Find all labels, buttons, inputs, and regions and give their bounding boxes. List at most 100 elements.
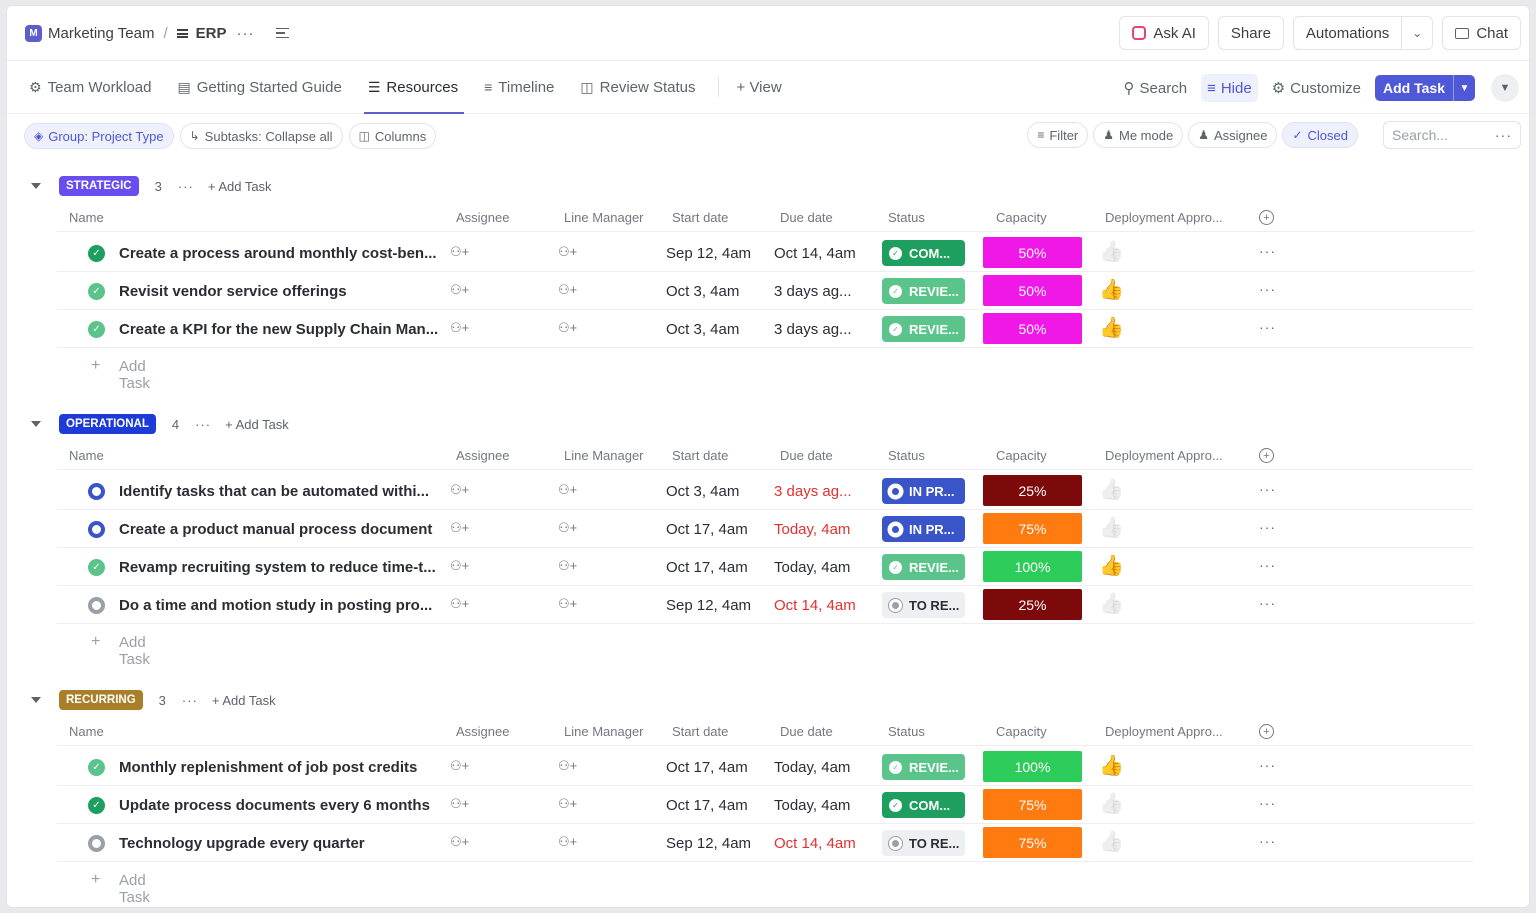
tab-review-status[interactable]: ◫ Review Status [580, 61, 695, 113]
start-date[interactable]: Sep 12, 4am [666, 835, 751, 852]
thumbs-up-icon[interactable]: 👍 [1099, 831, 1124, 853]
more-options-icon[interactable]: ··· [1495, 127, 1512, 143]
table-row[interactable]: ✓ Create a process around monthly cost-be… [57, 234, 1473, 272]
share-button[interactable]: Share [1217, 16, 1284, 50]
status-badge[interactable]: ✓ REVIE... [882, 554, 965, 580]
add-assignee-icon[interactable]: ⚇+ [450, 244, 469, 260]
add-task-label[interactable]: Add Task [1375, 80, 1453, 96]
group-add-task-button[interactable]: + Add Task [212, 693, 276, 708]
status-badge[interactable]: TO RE... [882, 592, 965, 618]
column-deployment[interactable]: Deployment Appro... [1105, 724, 1223, 739]
assignee-chip[interactable]: ♟ Assignee [1188, 122, 1278, 148]
table-row[interactable]: Identify tasks that can be automated wit… [57, 472, 1473, 510]
status-completed-icon[interactable]: ✓ [88, 797, 105, 814]
chevron-down-icon[interactable]: ⌄ [1402, 26, 1432, 40]
more-options-icon[interactable]: ··· [182, 693, 198, 708]
add-assignee-icon[interactable]: ⚇+ [450, 796, 469, 812]
status-badge[interactable]: TO RE... [882, 830, 965, 856]
status-completed-icon[interactable]: ✓ [88, 245, 105, 262]
row-more-options-icon[interactable]: ··· [1259, 243, 1276, 259]
row-more-options-icon[interactable]: ··· [1259, 557, 1276, 573]
column-line-manager[interactable]: Line Manager [564, 210, 644, 225]
status-to-review-icon[interactable] [88, 835, 105, 852]
due-date[interactable]: 3 days ag... [774, 483, 852, 500]
status-review-icon[interactable]: ✓ [88, 759, 105, 776]
search-input[interactable]: Search... ··· [1383, 121, 1521, 149]
task-name[interactable]: Monthly replenishment of job post credit… [119, 759, 439, 776]
task-name[interactable]: Create a product manual process document [119, 521, 439, 538]
thumbs-up-icon[interactable]: 👍 [1099, 793, 1124, 815]
thumbs-up-icon[interactable]: 👍 [1099, 241, 1124, 263]
due-date[interactable]: Oct 14, 4am [774, 835, 856, 852]
more-options-icon[interactable]: ··· [236, 25, 254, 42]
add-column-icon[interactable]: + [1259, 724, 1274, 739]
status-review-icon[interactable]: ✓ [88, 559, 105, 576]
add-line-manager-icon[interactable]: ⚇+ [558, 558, 577, 574]
group-add-task-button[interactable]: + Add Task [225, 417, 289, 432]
task-name[interactable]: Update process documents every 6 months [119, 797, 439, 814]
tab-team-workload[interactable]: ⚙ Team Workload [29, 61, 152, 113]
table-row[interactable]: Do a time and motion study in posting pr… [57, 586, 1473, 624]
task-name[interactable]: Do a time and motion study in posting pr… [119, 597, 439, 614]
column-capacity[interactable]: Capacity [996, 448, 1047, 463]
column-status[interactable]: Status [888, 210, 925, 225]
columns-chip[interactable]: ◫ Columns [348, 123, 437, 149]
task-name[interactable]: Identify tasks that can be automated wit… [119, 483, 439, 500]
due-date[interactable]: Today, 4am [774, 559, 850, 576]
capacity-value[interactable]: 25% [983, 589, 1082, 620]
table-row[interactable]: ✓ Revamp recruiting system to reduce time… [57, 548, 1473, 586]
add-view-button[interactable]: + View [737, 61, 782, 113]
group-badge[interactable]: OPERATIONAL [59, 414, 156, 434]
add-line-manager-icon[interactable]: ⚇+ [558, 320, 577, 336]
status-review-icon[interactable]: ✓ [88, 283, 105, 300]
breadcrumb-workspace[interactable]: Marketing Team [48, 25, 154, 42]
task-name[interactable]: Create a process around monthly cost-ben… [119, 245, 439, 262]
column-due-date[interactable]: Due date [780, 448, 833, 463]
capacity-value[interactable]: 75% [983, 827, 1082, 858]
capacity-value[interactable]: 25% [983, 475, 1082, 506]
group-badge[interactable]: STRATEGIC [59, 176, 139, 196]
column-status[interactable]: Status [888, 724, 925, 739]
customize-button[interactable]: ⚙ Customize [1266, 74, 1367, 102]
add-line-manager-icon[interactable]: ⚇+ [558, 758, 577, 774]
group-badge[interactable]: RECURRING [59, 690, 143, 710]
table-row[interactable]: ✓ Monthly replenishment of job post credi… [57, 748, 1473, 786]
column-start-date[interactable]: Start date [672, 448, 728, 463]
status-in-progress-icon[interactable] [88, 521, 105, 538]
thumbs-up-icon[interactable]: 👍 [1099, 479, 1124, 501]
closed-chip[interactable]: ✓ Closed [1282, 122, 1358, 148]
add-assignee-icon[interactable]: ⚇+ [450, 482, 469, 498]
tab-getting-started-guide[interactable]: ▤ Getting Started Guide [178, 61, 342, 113]
add-line-manager-icon[interactable]: ⚇+ [558, 520, 577, 536]
more-options-icon[interactable]: ··· [178, 179, 194, 194]
add-line-manager-icon[interactable]: ⚇+ [558, 282, 577, 298]
capacity-value[interactable]: 75% [983, 513, 1082, 544]
table-row[interactable]: Create a product manual process document… [57, 510, 1473, 548]
tab-timeline[interactable]: ≡ Timeline [484, 61, 554, 113]
tab-resources[interactable]: ☰ Resources [363, 61, 465, 114]
add-assignee-icon[interactable]: ⚇+ [450, 282, 469, 298]
status-review-icon[interactable]: ✓ [88, 321, 105, 338]
row-more-options-icon[interactable]: ··· [1259, 595, 1276, 611]
due-date[interactable]: Oct 14, 4am [774, 597, 856, 614]
thumbs-up-icon[interactable]: 👍 [1099, 517, 1124, 539]
capacity-value[interactable]: 75% [983, 789, 1082, 820]
breadcrumb-list[interactable]: ERP [196, 25, 227, 42]
thumbs-up-icon[interactable]: 👍 [1099, 279, 1124, 301]
table-row[interactable]: ✓ Revisit vendor service offerings ⚇+ ⚇+ Oct… [57, 272, 1473, 310]
capacity-value[interactable]: 50% [983, 313, 1082, 344]
column-name[interactable]: Name [69, 724, 104, 739]
status-in-progress-icon[interactable] [88, 483, 105, 500]
due-date[interactable]: 3 days ag... [774, 321, 852, 338]
column-status[interactable]: Status [888, 448, 925, 463]
filter-chip[interactable]: ≡ Filter [1027, 122, 1089, 148]
add-assignee-icon[interactable]: ⚇+ [450, 558, 469, 574]
thumbs-up-icon[interactable]: 👍 [1099, 555, 1124, 577]
row-more-options-icon[interactable]: ··· [1259, 833, 1276, 849]
add-assignee-icon[interactable]: ⚇+ [450, 596, 469, 612]
chat-button[interactable]: Chat [1442, 16, 1521, 50]
column-assignee[interactable]: Assignee [456, 210, 509, 225]
caret-down-icon[interactable] [31, 421, 41, 427]
add-assignee-icon[interactable]: ⚇+ [450, 520, 469, 536]
automations-button[interactable]: Automations ⌄ [1292, 16, 1434, 50]
